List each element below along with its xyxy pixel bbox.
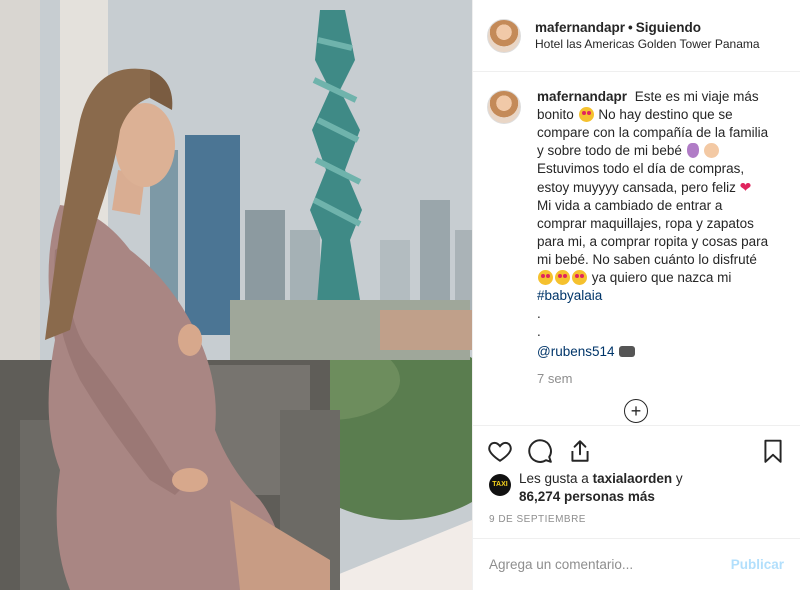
heart-outline-icon[interactable] xyxy=(487,438,513,464)
mention-line: @rubens514 xyxy=(537,343,769,361)
likes-count-link[interactable]: 86,274 personas más xyxy=(519,489,655,504)
heart-eyes-emoji-icon xyxy=(578,107,594,122)
bookmark-icon[interactable] xyxy=(760,438,786,464)
heart-eyes-emoji-icon xyxy=(538,270,553,285)
likes-text: Les gusta a taxialaorden y 86,274 person… xyxy=(519,470,683,506)
red-heart-emoji-icon: ❤ xyxy=(739,179,752,195)
mention-link[interactable]: @rubens514 xyxy=(537,344,615,359)
action-bar xyxy=(473,425,800,475)
post-photo-illustration xyxy=(0,0,472,590)
share-upload-icon[interactable] xyxy=(567,438,593,464)
post-photo[interactable] xyxy=(0,0,472,590)
author-username[interactable]: mafernandapr xyxy=(535,20,625,35)
plus-circle-icon: + xyxy=(630,401,642,421)
caption-text-5: ya quiero que nazca mi xyxy=(591,270,732,285)
camera-emoji-icon xyxy=(619,346,636,357)
comment-input[interactable] xyxy=(489,557,731,572)
caption-text-4: Mi vida a cambiado de entrar a comprar m… xyxy=(537,198,769,267)
likes-conjunction: y xyxy=(675,471,683,486)
likes-summary: TAXI Les gusta a taxialaorden y 86,274 p… xyxy=(489,470,683,506)
separator-dot: • xyxy=(628,19,633,35)
caption-dot-2: . xyxy=(537,324,541,339)
post-header-meta: mafernandapr • Siguiendo Hotel las America… xyxy=(535,19,760,53)
post-caption: mafernandapr Este es mi viaje más bonito… xyxy=(537,88,769,361)
author-avatar[interactable] xyxy=(487,18,521,53)
publish-button[interactable]: Publicar xyxy=(731,557,784,572)
baby-emoji-icon xyxy=(704,143,720,158)
heart-eyes-emoji-icon xyxy=(572,270,587,285)
header-top-line: mafernandapr • Siguiendo xyxy=(535,19,760,36)
liker-username[interactable]: taxialaorden xyxy=(593,471,673,486)
caption-dot-1: . xyxy=(537,306,541,321)
caption-username[interactable]: mafernandapr xyxy=(537,89,627,104)
comment-form: Publicar xyxy=(473,538,800,590)
post-header: mafernandapr • Siguiendo Hotel las America… xyxy=(473,0,800,72)
likes-prefix: Les gusta a xyxy=(519,471,589,486)
post-date[interactable]: 9 DE SEPTIEMBRE xyxy=(489,514,586,525)
pregnant-woman-emoji-icon xyxy=(686,143,699,158)
hashtag-link[interactable]: #babyalaia xyxy=(537,288,602,303)
caption-text-3: Estuvimos todo el día de compras, estoy … xyxy=(537,161,745,195)
comment-bubble-icon[interactable] xyxy=(527,438,553,464)
caption-time-ago[interactable]: 7 sem xyxy=(537,371,784,386)
liker-avatar[interactable]: TAXI xyxy=(489,474,511,496)
post-location[interactable]: Hotel las Americas Golden Tower Panama xyxy=(535,36,760,53)
caption-author-avatar[interactable] xyxy=(487,90,521,124)
post-side-panel: mafernandapr • Siguiendo Hotel las America… xyxy=(472,0,800,590)
heart-eyes-emoji-icon xyxy=(555,270,570,285)
comments-section: mafernandapr Este es mi viaje más bonito… xyxy=(487,88,784,386)
load-more-comments-button[interactable]: + xyxy=(624,399,648,423)
following-button[interactable]: Siguiendo xyxy=(636,20,701,35)
caption-row: mafernandapr Este es mi viaje más bonito… xyxy=(487,88,784,361)
